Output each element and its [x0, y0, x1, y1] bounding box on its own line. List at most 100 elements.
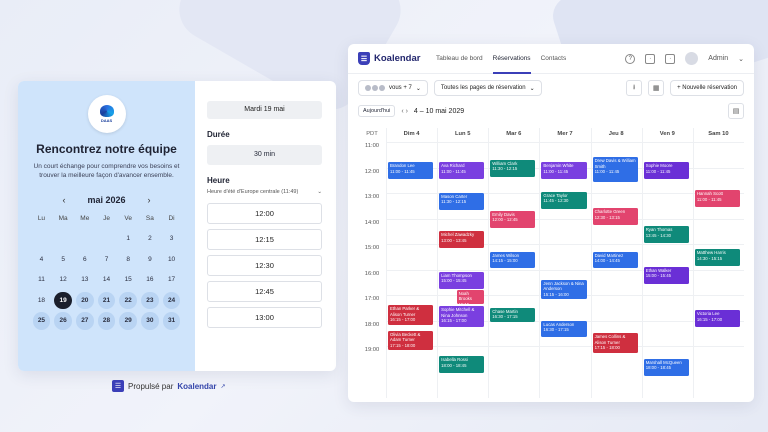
calendar-event[interactable]: Ethan Parker & Alison Turner 16:15 - 17:0… — [388, 305, 434, 325]
calendar-event[interactable]: Lucas Anderson 16:30 - 17:15 — [541, 320, 587, 338]
avatar[interactable] — [685, 52, 699, 65]
calendar-event[interactable]: Charlotte Green 12:30 - 13:15 — [592, 208, 638, 226]
calendar-event[interactable]: Noah Brooks15:15 - 16:00 — [456, 289, 485, 305]
download-icon[interactable]: ⭳ — [626, 80, 643, 96]
hour-label: 12:00 — [364, 168, 380, 175]
today-button[interactable]: Aujourd'hui — [358, 105, 396, 117]
booking-widget: DAAS Rencontrez notre équipe Un court éc… — [18, 81, 336, 371]
users-filter[interactable]: vous + 7 ⌄ — [358, 80, 428, 96]
document-icon[interactable]: ▤ — [728, 103, 744, 119]
calendar-event[interactable]: Emily Davis 12:00 - 12:45 — [490, 210, 536, 228]
event-time: 11:00 - 11:45 — [390, 168, 415, 174]
timezone-text: Heure d'été d'Europe centrale (11:49) — [207, 189, 299, 195]
calendar-day[interactable]: 31 — [162, 312, 181, 330]
pages-filter[interactable]: Toutes les pages de réservation ⌄ — [433, 80, 542, 96]
hour-label: 18:00 — [364, 321, 380, 328]
calendar-event[interactable]: Chase Martin 16:30 - 17:15 — [490, 307, 536, 323]
time-slot[interactable]: 13:00 — [207, 307, 322, 328]
calendar-empty-cell — [76, 230, 94, 248]
calendar-day: 9 — [148, 255, 152, 263]
app-brand[interactable]: ☰ Koalendar — [358, 52, 436, 65]
calendar-day[interactable]: 21 — [97, 291, 116, 309]
timezone-selector[interactable]: Heure d'été d'Europe centrale (11:49) ⌄ — [207, 189, 322, 195]
calendar-event[interactable]: Drew Davis & William Smith 11:00 - 11:45 — [592, 157, 638, 182]
calendar-day[interactable]: 23 — [141, 291, 159, 309]
calendar-event[interactable]: Sophie Moore 11:00 - 11:45 — [643, 162, 689, 180]
calendar-event[interactable]: Isabella Rossi 18:00 - 18:45 — [439, 356, 485, 374]
calendar-event[interactable]: Michel Zawadzky 13:00 - 13:45 — [439, 231, 485, 249]
calendar-day: 5 — [61, 255, 65, 263]
chevron-down-icon[interactable]: ⌄ — [738, 55, 744, 63]
calendar-day[interactable]: 20 — [76, 291, 94, 309]
calendar-event[interactable]: Mason Carter 11:30 - 12:15 — [439, 193, 485, 210]
brand-name: Koalendar — [374, 53, 421, 64]
calendar-event[interactable]: Ethan Walker 15:00 - 15:45 — [643, 266, 689, 284]
event-time: 11:00 - 11:45 — [441, 168, 466, 174]
calendar-event[interactable]: Matthew Harris 14:30 - 15:15 — [694, 249, 740, 266]
calendar-event[interactable]: James Wilson 14:15 - 15:00 — [490, 251, 536, 269]
time-slot[interactable]: 12:00 — [207, 203, 322, 224]
chevron-down-icon: ⌄ — [529, 85, 535, 92]
calendar-day[interactable]: 27 — [76, 312, 94, 330]
duration-selector[interactable]: 30 min — [207, 145, 322, 165]
calendar-event[interactable]: William Clark 11:30 - 12:15 — [490, 159, 536, 177]
nav-contacts[interactable]: Contacts — [541, 44, 567, 74]
calendar-event[interactable]: Olivia Beckett & Adam Turner 17:15 - 18:0… — [388, 330, 434, 351]
bell-icon[interactable]: · — [645, 53, 656, 64]
calendar-event[interactable]: Sophie Mitchell & Nina Johnson 16:15 - 17… — [439, 306, 485, 328]
day-header: Jeu 8 — [608, 131, 624, 137]
calendar-day[interactable]: 22 — [119, 291, 137, 309]
calendar-event[interactable]: Grace Taylor 11:45 - 12:30 — [541, 191, 587, 209]
event-time: 11:30 - 12:15 — [441, 199, 467, 205]
calendar-event[interactable]: Ryan Thomas 13:45 - 14:30 — [643, 226, 689, 243]
calendar-event[interactable]: Jenn Jackson & Nina Anderson 15:15 - 16:0… — [541, 279, 587, 300]
calendar-month: mai 2026 — [87, 195, 126, 205]
calendar-day[interactable]: 29 — [119, 312, 137, 330]
calendar-event[interactable]: Hannah Scott 11:00 - 11:45 — [694, 190, 740, 208]
user-name[interactable]: Admin — [708, 55, 728, 62]
calendar-empty-cell — [54, 230, 72, 248]
help-icon[interactable]: ? — [625, 53, 636, 64]
timezone-header: PDT — [366, 131, 378, 137]
nav-dashboard[interactable]: Tableau de bord — [436, 44, 483, 74]
gift-icon[interactable]: · — [665, 53, 676, 64]
calendar-day[interactable]: 30 — [141, 312, 159, 330]
calendar-event[interactable]: James Collins & Alison Turner 17:15 - 18:… — [592, 333, 638, 353]
time-label: Heure — [207, 176, 230, 185]
booking-description: Un court échange pour comprendre vos bes… — [33, 163, 180, 179]
calendar-day[interactable]: 19 — [54, 291, 72, 309]
calendar-event[interactable]: Brandon Lee 11:00 - 11:45 — [388, 162, 434, 180]
new-reservation-button[interactable]: + Nouvelle réservation — [670, 80, 744, 96]
calendar-day[interactable]: 25 — [32, 312, 51, 330]
calendar-day: 15 — [124, 276, 132, 283]
prev-month-icon[interactable]: ‹ — [62, 195, 65, 205]
event-time: 14:30 - 15:15 — [696, 255, 723, 261]
calendar-day[interactable]: 24 — [162, 291, 181, 309]
company-logo: DAAS — [87, 95, 126, 133]
calendar-icon[interactable]: ▦ — [648, 80, 665, 96]
calendar-event[interactable]: Ava Richard 11:00 - 11:45 — [439, 162, 485, 180]
time-slot[interactable]: 12:30 — [207, 255, 322, 276]
day-column-divider — [539, 128, 541, 398]
calendar-event[interactable]: Benjamin White 11:00 - 11:45 — [541, 162, 587, 180]
day-header: Sam 10 — [708, 131, 729, 137]
time-slot[interactable]: 12:15 — [207, 229, 322, 250]
powered-by[interactable]: ☰ Propulsé par Koalendar ↗ — [112, 380, 226, 392]
calendar-day: 2 — [148, 235, 152, 242]
calendar-event[interactable]: Liam Thompson 15:00 - 15:45 — [439, 272, 485, 289]
calendar-day: 7 — [104, 255, 109, 263]
day-column-divider — [437, 128, 439, 398]
range-arrows-icon[interactable]: ‹ › — [401, 108, 408, 115]
time-slot[interactable]: 12:45 — [207, 281, 322, 302]
next-month-icon[interactable]: › — [148, 195, 151, 205]
calendar-event[interactable]: Victoria Lee 16:15 - 17:00 — [694, 310, 740, 328]
calendar-day[interactable]: 28 — [97, 312, 116, 330]
calendar-day: 17 — [167, 276, 176, 283]
logo-text: DAAS — [100, 118, 113, 123]
calendar-event[interactable]: David Martinez 14:00 - 14:45 — [592, 251, 638, 269]
day-column-divider — [641, 128, 643, 398]
calendar-day[interactable]: 26 — [54, 312, 72, 330]
nav-reservations[interactable]: Réservations — [492, 44, 531, 74]
calendar-day: 12 — [59, 276, 67, 283]
calendar-event[interactable]: Marshall McQueen 18:00 - 18:45 — [643, 358, 689, 376]
